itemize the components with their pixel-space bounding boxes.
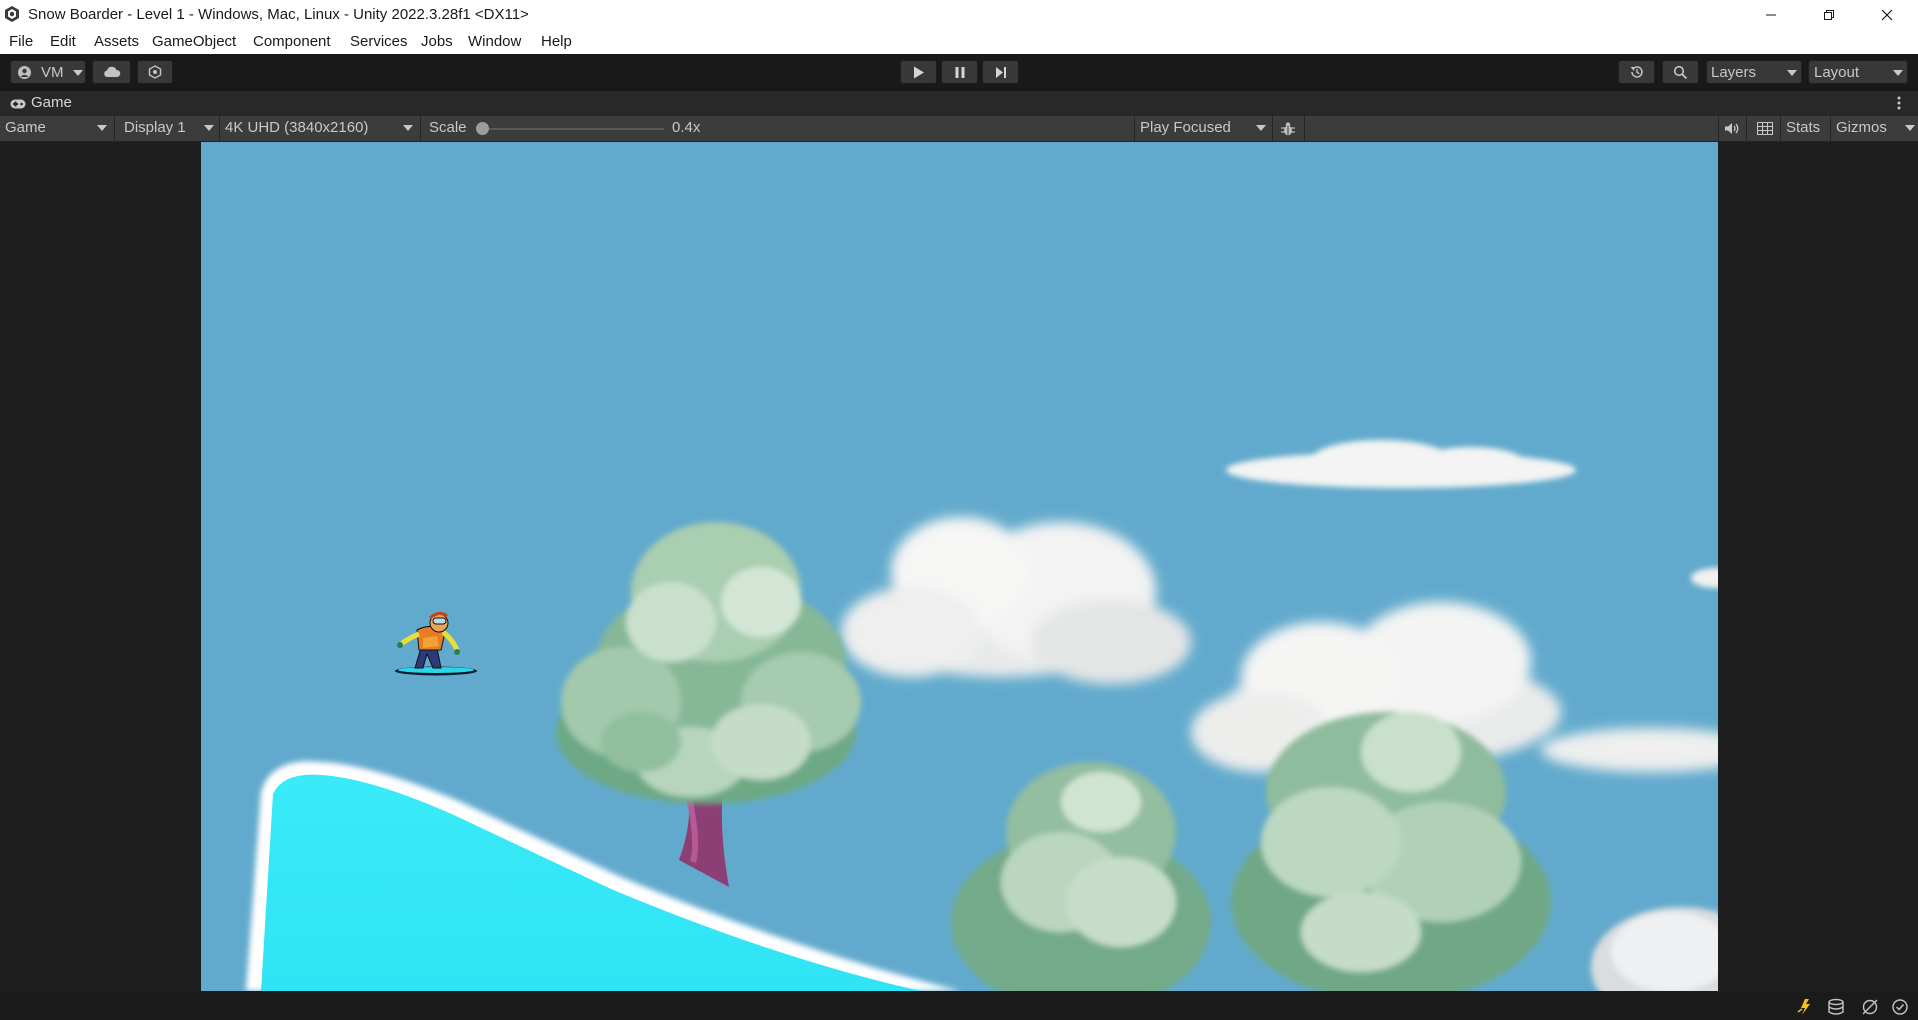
- menu-help[interactable]: Help: [541, 33, 572, 50]
- menu-gameobject[interactable]: GameObject: [152, 33, 236, 50]
- speaker-icon[interactable]: [1724, 122, 1740, 135]
- chevron-down-icon: [73, 70, 83, 76]
- divider: [1830, 116, 1831, 141]
- menu-services[interactable]: Services: [350, 33, 408, 50]
- status-bar: [0, 991, 1918, 1020]
- menu-edit[interactable]: Edit: [50, 33, 76, 50]
- divider: [1272, 116, 1273, 141]
- chevron-down-icon: [1893, 70, 1903, 76]
- step-button[interactable]: [982, 60, 1019, 84]
- play-icon: [913, 66, 924, 78]
- layers-dropdown[interactable]: Layers: [1706, 60, 1802, 84]
- pause-icon: [955, 66, 964, 78]
- tab-game-label: Game: [31, 94, 72, 111]
- gizmos-label: Gizmos: [1836, 119, 1887, 136]
- view-mode-dropdown[interactable]: Game: [0, 116, 112, 141]
- scale-value: 0.4x: [672, 119, 701, 136]
- chevron-down-icon: [1787, 70, 1797, 76]
- divider: [219, 116, 220, 141]
- history-button[interactable]: [1618, 60, 1655, 84]
- menu-bar: File Edit Assets GameObject Component Se…: [0, 29, 1918, 54]
- step-icon: [995, 66, 1006, 78]
- stats-button[interactable]: Stats: [1786, 119, 1820, 136]
- menu-window[interactable]: Window: [468, 33, 521, 50]
- close-button[interactable]: [1858, 0, 1916, 29]
- play-mode-label: Play Focused: [1140, 119, 1231, 136]
- divider: [1746, 116, 1747, 141]
- history-icon: [1630, 66, 1643, 78]
- game-tab-bar: Game: [0, 91, 1918, 116]
- game-view[interactable]: [201, 142, 1718, 991]
- search-icon: [1673, 65, 1688, 79]
- window-title: Snow Boarder - Level 1 - Windows, Mac, L…: [28, 6, 529, 23]
- menu-file[interactable]: File: [9, 33, 33, 50]
- resolution-label: 4K UHD (3840x2160): [225, 119, 369, 136]
- tab-game[interactable]: Game: [0, 91, 80, 116]
- check-circle-icon[interactable]: [1891, 998, 1909, 1016]
- divider: [114, 116, 115, 141]
- scale-label: Scale: [429, 119, 467, 136]
- divider: [1718, 116, 1719, 141]
- unity-logo-icon: [5, 6, 19, 22]
- auto-generate-off-icon[interactable]: [1861, 998, 1879, 1016]
- layout-label: Layout: [1814, 64, 1860, 81]
- bug-icon[interactable]: [1280, 121, 1296, 137]
- divider: [1304, 116, 1305, 141]
- grid-icon[interactable]: [1757, 122, 1773, 135]
- close-icon: [1881, 9, 1893, 20]
- divider: [420, 116, 421, 141]
- view-mode-label: Game: [5, 119, 46, 136]
- account-label: VM: [41, 64, 64, 81]
- resolution-dropdown[interactable]: 4K UHD (3840x2160): [222, 116, 418, 141]
- cloud-button[interactable]: [92, 60, 131, 84]
- menu-component[interactable]: Component: [253, 33, 331, 50]
- restore-icon: [1824, 9, 1834, 20]
- divider: [1780, 116, 1781, 141]
- chevron-down-icon: [204, 125, 214, 131]
- chevron-down-icon: [403, 125, 413, 131]
- game-control-bar: Game Display 1 4K UHD (3840x2160) Scale …: [0, 116, 1918, 142]
- gamepad-icon: [10, 99, 26, 109]
- main-toolbar: VM Layers Layout: [0, 54, 1918, 91]
- menu-assets[interactable]: Assets: [94, 33, 139, 50]
- search-button[interactable]: [1662, 60, 1699, 84]
- cloud-icon: [103, 66, 120, 77]
- chevron-down-icon: [1256, 125, 1266, 131]
- collab-icon: [148, 65, 162, 79]
- display-label: Display 1: [124, 119, 186, 136]
- collab-button[interactable]: [137, 60, 173, 84]
- play-button[interactable]: [900, 60, 937, 84]
- play-mode-dropdown[interactable]: Play Focused: [1136, 116, 1270, 141]
- pause-button[interactable]: [941, 60, 978, 84]
- cache-server-icon[interactable]: [1827, 998, 1845, 1016]
- chevron-down-icon: [97, 125, 107, 131]
- scale-slider-track[interactable]: [478, 128, 664, 130]
- restore-button[interactable]: [1800, 0, 1858, 29]
- game-scene: [201, 142, 1718, 991]
- minimize-button[interactable]: [1742, 0, 1800, 29]
- layers-label: Layers: [1711, 64, 1757, 81]
- account-icon: [18, 66, 31, 79]
- minimize-icon: [1766, 14, 1776, 15]
- kebab-menu-icon[interactable]: [1897, 96, 1901, 110]
- title-bar: Snow Boarder - Level 1 - Windows, Mac, L…: [0, 0, 1918, 29]
- account-dropdown[interactable]: VM: [10, 60, 86, 84]
- divider: [1134, 116, 1135, 141]
- menu-jobs[interactable]: Jobs: [421, 33, 453, 50]
- lighting-build-icon[interactable]: [1796, 998, 1814, 1016]
- display-dropdown[interactable]: Display 1: [118, 116, 218, 141]
- layout-dropdown[interactable]: Layout: [1808, 60, 1908, 84]
- chevron-down-icon: [1905, 125, 1915, 131]
- scale-slider-handle[interactable]: [476, 122, 489, 135]
- gizmos-dropdown[interactable]: Gizmos: [1832, 116, 1918, 141]
